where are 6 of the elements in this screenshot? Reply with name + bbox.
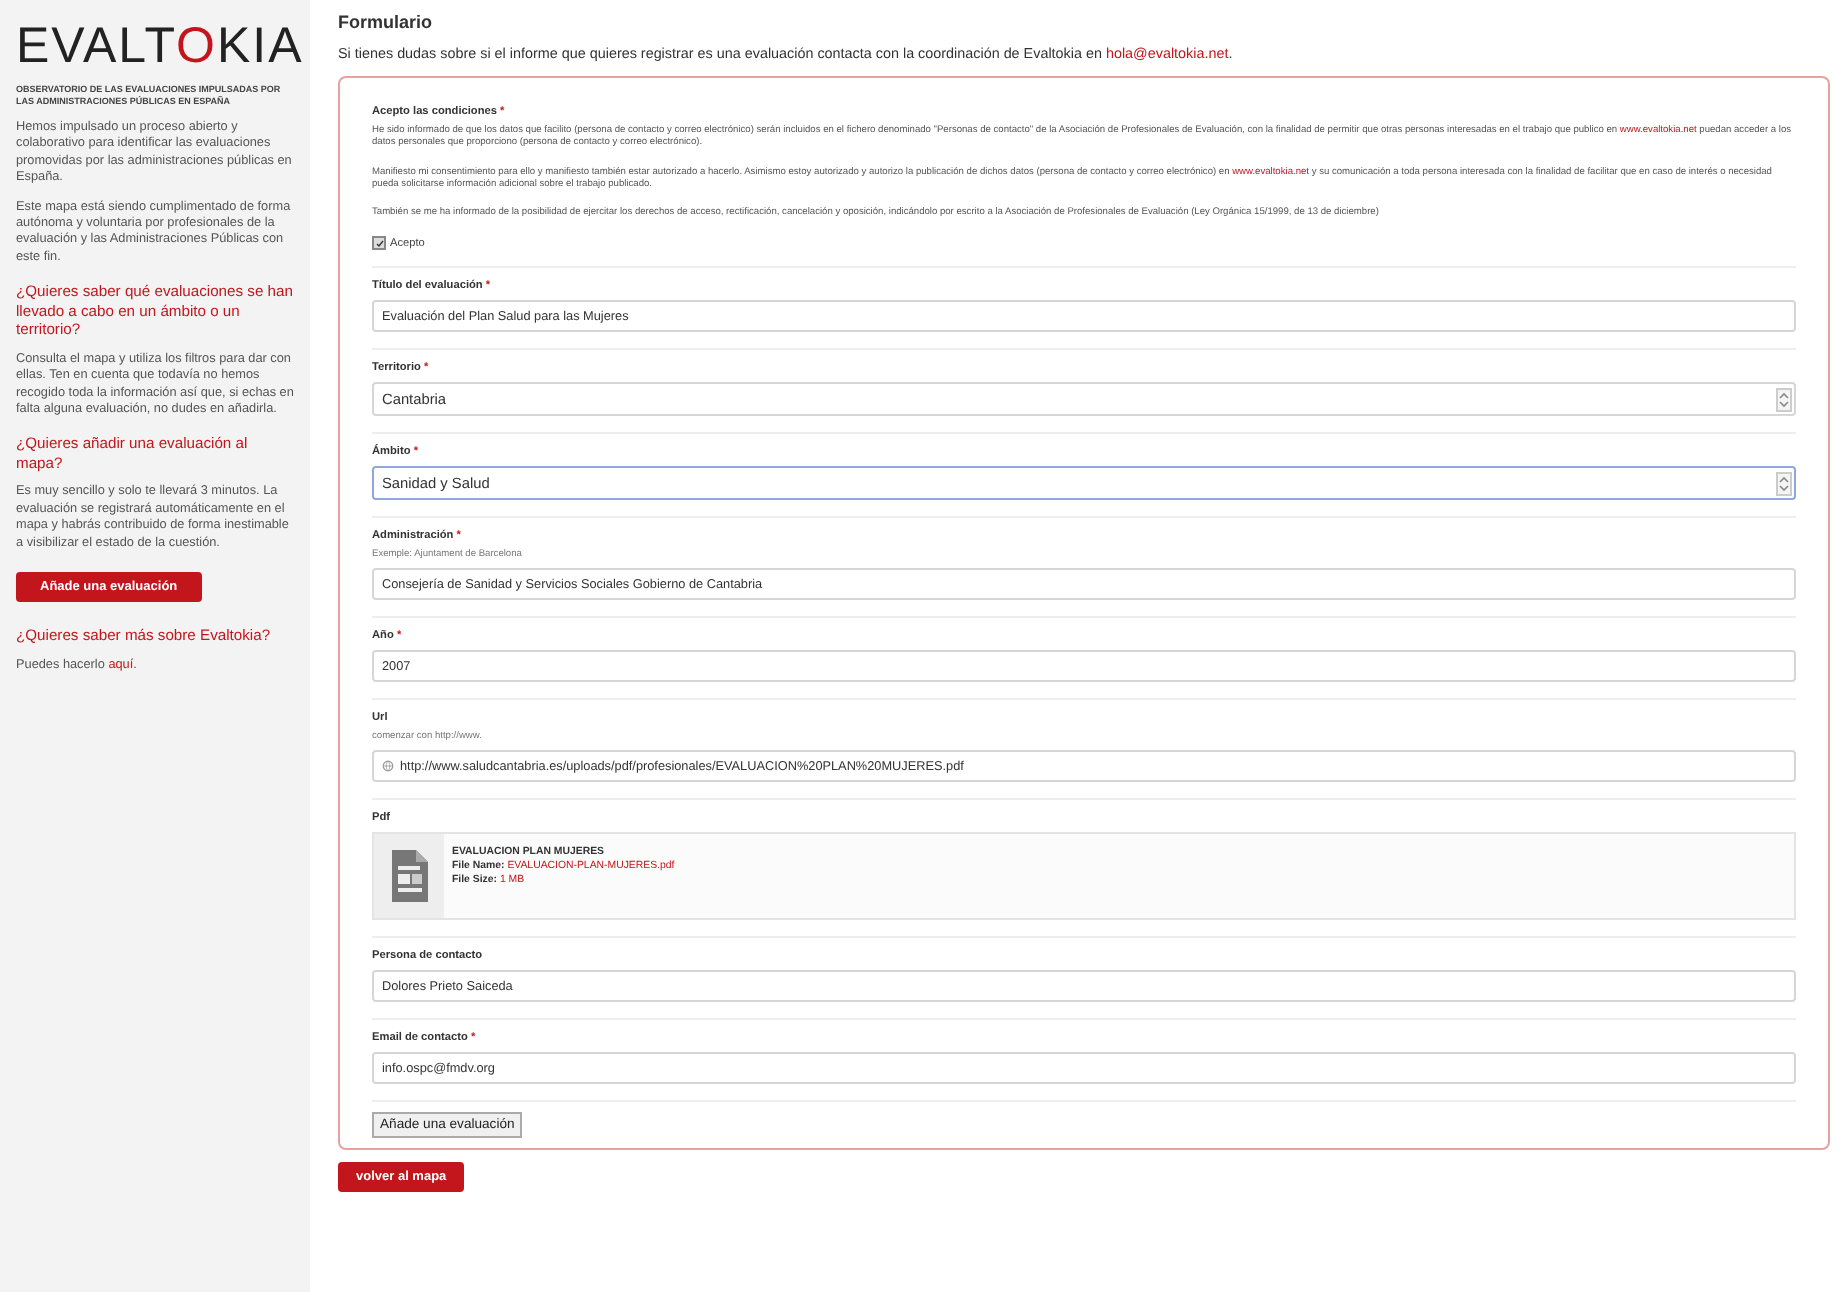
globe-icon [382,760,394,773]
page-title: Formulario [338,12,435,32]
dropdown-arrows-icon [1776,387,1792,412]
dropdown-arrows-icon [1776,471,1792,496]
checkbox[interactable] [372,236,386,251]
document-icon [389,848,429,905]
